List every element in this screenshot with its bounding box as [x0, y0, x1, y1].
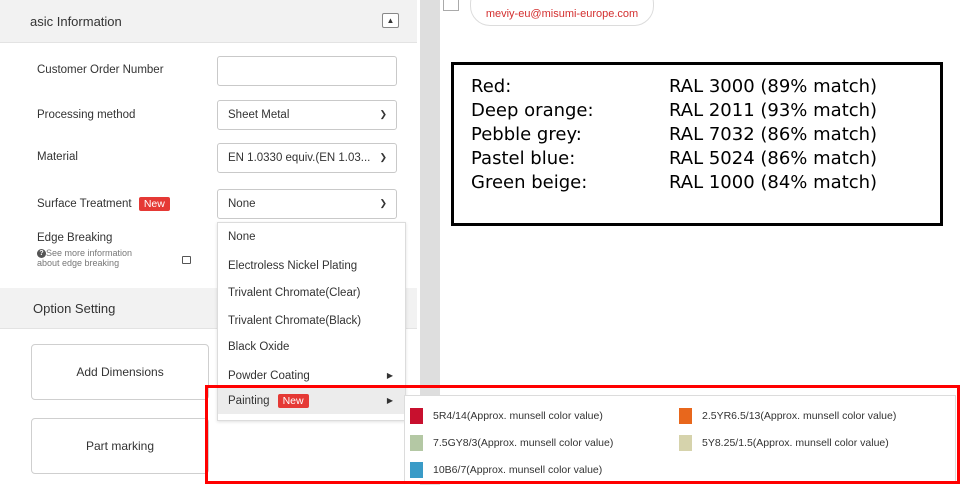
dropdown-item-electroless-nickel[interactable]: Electroless Nickel Plating — [218, 252, 405, 279]
dropdown-item-black-oxide[interactable]: Black Oxide — [218, 333, 405, 360]
dropdown-item-painting[interactable]: Painting New ▶ — [218, 387, 405, 414]
edge-info-line1: See more information — [46, 248, 133, 258]
customer-order-number-label: Customer Order Number — [37, 64, 164, 76]
painting-color-option[interactable]: 5R4/14(Approx. munsell color value) — [410, 407, 603, 425]
checkbox[interactable] — [443, 0, 459, 11]
surface-treatment-value: None — [228, 198, 256, 210]
question-circle-icon: ? — [37, 249, 46, 259]
dropdown-item-none[interactable]: None — [218, 223, 405, 250]
edge-breaking-label: Edge Breaking — [37, 232, 113, 244]
order-settings-panel: asic Information ▲ Customer Order Number… — [0, 0, 420, 485]
color-swatch — [679, 408, 692, 424]
edge-info-line2: about edge breaking — [37, 258, 120, 269]
ral-match-value: RAL 5024 (86% match) — [669, 148, 878, 169]
color-label: 5R4/14(Approx. munsell color value) — [433, 410, 603, 422]
surface-treatment-dropdown: None Electroless Nickel Plating Trivalen… — [217, 222, 406, 421]
option-setting-title: Option Setting — [33, 300, 116, 316]
color-label: 7.5GY8/3(Approx. munsell color value) — [433, 437, 614, 449]
edge-info-line1-row: ? See more information — [37, 248, 133, 259]
painting-color-option[interactable]: 5Y8.25/1.5(Approx. munsell color value) — [679, 434, 889, 452]
basic-information-title: asic Information — [30, 13, 122, 29]
color-swatch — [410, 462, 423, 478]
painting-color-option[interactable]: 2.5YR6.5/13(Approx. munsell color value) — [679, 407, 896, 425]
customer-order-number-input[interactable] — [217, 56, 397, 86]
processing-method-label: Processing method — [37, 109, 136, 121]
processing-method-select[interactable]: Sheet Metal ❯ — [217, 100, 397, 130]
material-label: Material — [37, 151, 78, 163]
chevron-right-icon: ▶ — [386, 371, 393, 380]
ral-match-value: RAL 1000 (84% match) — [669, 172, 878, 193]
ral-match-value: RAL 3000 (89% match) — [669, 76, 878, 97]
material-select[interactable]: EN 1.0330 equiv.(EN 1.03... ❯ — [217, 143, 397, 173]
dropdown-item-trivalent-black[interactable]: Trivalent Chromate(Black) — [218, 307, 405, 334]
ral-match-annotation: Red: RAL 3000 (89% match) Deep orange: R… — [451, 62, 943, 226]
processing-method-value: Sheet Metal — [228, 109, 290, 121]
ral-color-name: Pastel blue: — [471, 148, 576, 169]
chevron-right-icon: ▶ — [386, 396, 393, 405]
color-label: 10B6/7(Approx. munsell color value) — [433, 464, 603, 476]
chevron-down-icon: ❯ — [379, 152, 387, 162]
edge-breaking-info-link[interactable]: ? See more information about edge breakin… — [37, 248, 132, 268]
chevron-down-icon: ❯ — [379, 109, 387, 119]
external-link-icon[interactable] — [182, 256, 191, 264]
painting-label: Painting — [228, 394, 270, 407]
new-badge: New — [277, 393, 309, 408]
contact-email-link[interactable]: meviy-eu@misumi-europe.com — [470, 0, 654, 26]
new-badge: New — [138, 197, 170, 211]
ral-color-name: Deep orange: — [471, 100, 594, 121]
painting-color-option[interactable]: 7.5GY8/3(Approx. munsell color value) — [410, 434, 613, 452]
surface-treatment-text: Surface Treatment — [37, 198, 132, 210]
add-dimensions-button[interactable]: Add Dimensions — [31, 344, 209, 400]
color-label: 5Y8.25/1.5(Approx. munsell color value) — [702, 437, 889, 449]
ral-match-value: RAL 2011 (93% match) — [669, 100, 878, 121]
painting-color-option[interactable]: 10B6/7(Approx. munsell color value) — [410, 461, 602, 479]
ral-color-name: Pebble grey: — [471, 124, 582, 145]
collapse-up-icon[interactable]: ▲ — [382, 13, 399, 28]
dropdown-item-powder-coating[interactable]: Powder Coating ▶ — [218, 362, 405, 389]
dropdown-item-trivalent-clear[interactable]: Trivalent Chromate(Clear) — [218, 279, 405, 306]
color-swatch — [679, 435, 692, 451]
ral-color-name: Red: — [471, 76, 512, 97]
surface-treatment-select[interactable]: None ❯ — [217, 189, 397, 219]
basic-information-header[interactable]: asic Information ▲ — [0, 0, 417, 43]
color-swatch — [410, 435, 423, 451]
ral-color-name: Green beige: — [471, 172, 588, 193]
chevron-down-icon: ❯ — [379, 198, 387, 208]
part-marking-button[interactable]: Part marking — [31, 418, 209, 474]
color-label: 2.5YR6.5/13(Approx. munsell color value) — [702, 410, 897, 422]
painting-color-submenu: 5R4/14(Approx. munsell color value) 2.5Y… — [404, 395, 956, 482]
color-swatch — [410, 408, 423, 424]
surface-treatment-label: Surface Treatment New — [37, 197, 170, 211]
material-value: EN 1.0330 equiv.(EN 1.03... — [228, 152, 371, 164]
ral-match-value: RAL 7032 (86% match) — [669, 124, 878, 145]
powder-coating-label: Powder Coating — [228, 369, 310, 382]
